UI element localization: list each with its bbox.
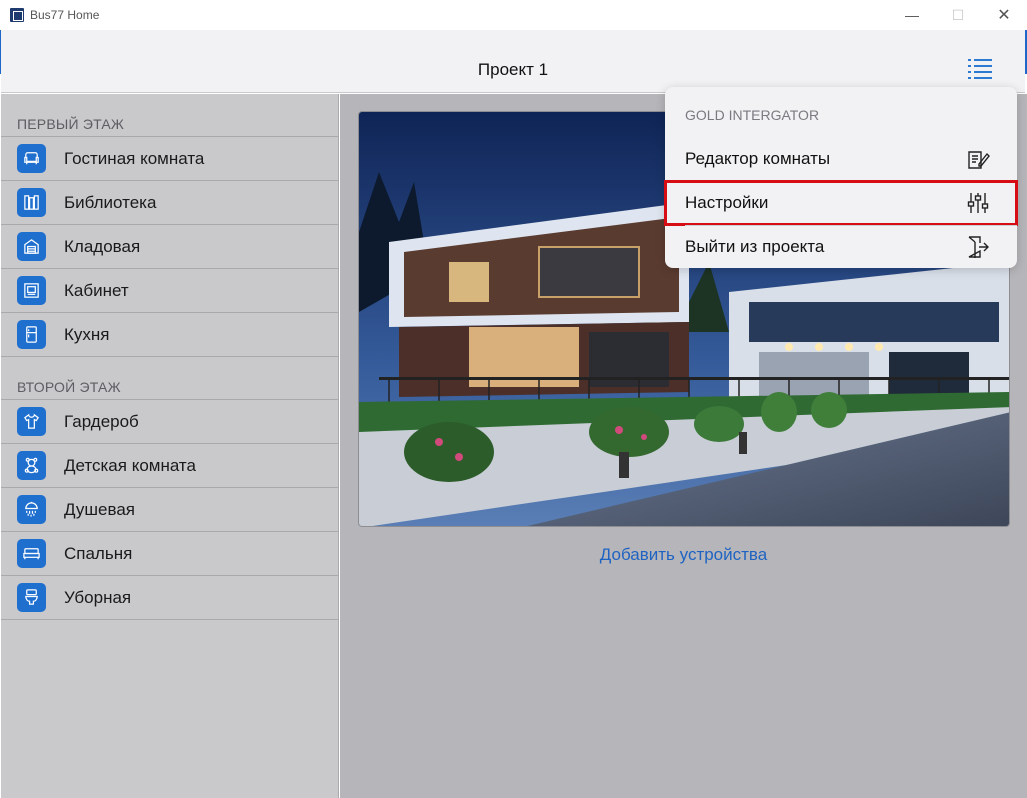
menu-item-settings[interactable]: Настройки (664, 180, 1018, 226)
maximize-button[interactable]: ☐ (935, 0, 981, 30)
project-dropdown-menu: GOLD INTERGATOR Редактор комнаты Настрой… (664, 87, 1018, 269)
teddy-bear-icon (17, 451, 46, 480)
room-label: Кладовая (64, 236, 141, 256)
room-label: Душевая (64, 499, 135, 519)
sofa-icon (17, 144, 46, 173)
room-item-bedroom[interactable]: Спальня (1, 532, 338, 576)
shower-icon (17, 495, 46, 524)
room-item-restroom[interactable]: Уборная (1, 576, 338, 620)
edit-icon (968, 151, 990, 169)
app-logo-icon (10, 8, 24, 22)
room-item-storage[interactable]: Кладовая (1, 225, 338, 269)
room-item-library[interactable]: Библиотека (1, 181, 338, 225)
rooms-sidebar: ПЕРВЫЙ ЭТАЖ Гостиная комната Библиотека … (1, 94, 339, 798)
room-label: Уборная (64, 587, 132, 607)
room-item-office[interactable]: Кабинет (1, 269, 338, 313)
exit-icon (968, 236, 989, 258)
room-item-shower[interactable]: Душевая (1, 488, 338, 532)
window-titlebar: Bus77 Home — ☐ ✕ (0, 0, 1027, 30)
room-item-kitchen[interactable]: Кухня (1, 313, 338, 357)
room-label: Кухня (64, 324, 110, 344)
section-header-floor-1: ПЕРВЫЙ ЭТАЖ (1, 94, 338, 137)
dropdown-header: GOLD INTERGATOR (685, 107, 820, 123)
add-devices-link[interactable]: Добавить устройства (340, 545, 1027, 565)
minimize-button[interactable]: — (889, 0, 935, 30)
room-item-living-room[interactable]: Гостиная комната (1, 137, 338, 181)
menu-item-label: Настройки (685, 193, 769, 212)
books-icon (17, 188, 46, 217)
office-icon (17, 276, 46, 305)
room-label: Гостиная комната (64, 148, 205, 168)
menu-item-label: Редактор комнаты (685, 149, 831, 168)
room-label: Кабинет (64, 280, 129, 300)
room-label: Гардероб (64, 411, 139, 431)
room-item-kids-room[interactable]: Детская комната (1, 444, 338, 488)
app-header: Проект 1 (1, 30, 1025, 93)
storage-icon (17, 232, 46, 261)
room-label: Детская комната (64, 455, 196, 475)
menu-item-room-editor[interactable]: Редактор комнаты (665, 137, 1017, 181)
toilet-icon (17, 583, 46, 612)
menu-item-exit-project[interactable]: Выйти из проекта (665, 225, 1017, 269)
project-title: Проект 1 (477, 60, 549, 79)
room-label: Спальня (64, 543, 133, 563)
fridge-icon (17, 320, 46, 349)
bed-icon (17, 539, 46, 568)
room-label: Библиотека (64, 192, 157, 212)
menu-item-label: Выйти из проекта (685, 237, 825, 256)
section-header-floor-2: ВТОРОЙ ЭТАЖ (1, 357, 338, 400)
room-item-wardrobe[interactable]: Гардероб (1, 400, 338, 444)
list-menu-icon[interactable] (968, 56, 994, 82)
close-button[interactable]: ✕ (981, 0, 1027, 30)
sliders-icon (967, 193, 989, 213)
window-title: Bus77 Home (30, 8, 100, 22)
shirt-icon (17, 407, 46, 436)
